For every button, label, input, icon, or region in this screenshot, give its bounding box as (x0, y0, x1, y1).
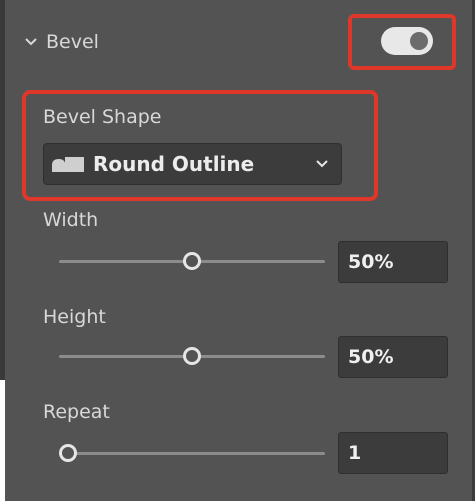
section-title: Bevel (46, 31, 99, 53)
height-label: Height (43, 306, 106, 328)
repeat-slider-thumb[interactable] (59, 444, 77, 462)
width-label: Width (43, 209, 99, 231)
repeat-value-input[interactable]: 1 (338, 432, 448, 474)
height-value-input[interactable]: 50% (338, 336, 448, 378)
width-value-input[interactable]: 50% (338, 241, 448, 283)
chevron-down-icon (316, 160, 328, 168)
repeat-label: Repeat (43, 401, 110, 423)
bevel-shape-value: Round Outline (93, 152, 255, 176)
bevel-shape-label: Bevel Shape (43, 106, 162, 128)
bevel-shape-dropdown[interactable]: Round Outline (43, 143, 342, 185)
round-outline-shape-icon (52, 157, 84, 172)
chevron-down-icon[interactable] (22, 33, 40, 51)
bevel-enable-toggle[interactable] (381, 27, 433, 55)
panel-left-edge-lower (0, 380, 5, 501)
width-slider-thumb[interactable] (183, 252, 201, 270)
toggle-knob (410, 32, 428, 50)
bevel-section-header[interactable]: Bevel (22, 28, 99, 56)
repeat-slider-track[interactable] (59, 452, 325, 455)
height-slider-thumb[interactable] (183, 347, 201, 365)
